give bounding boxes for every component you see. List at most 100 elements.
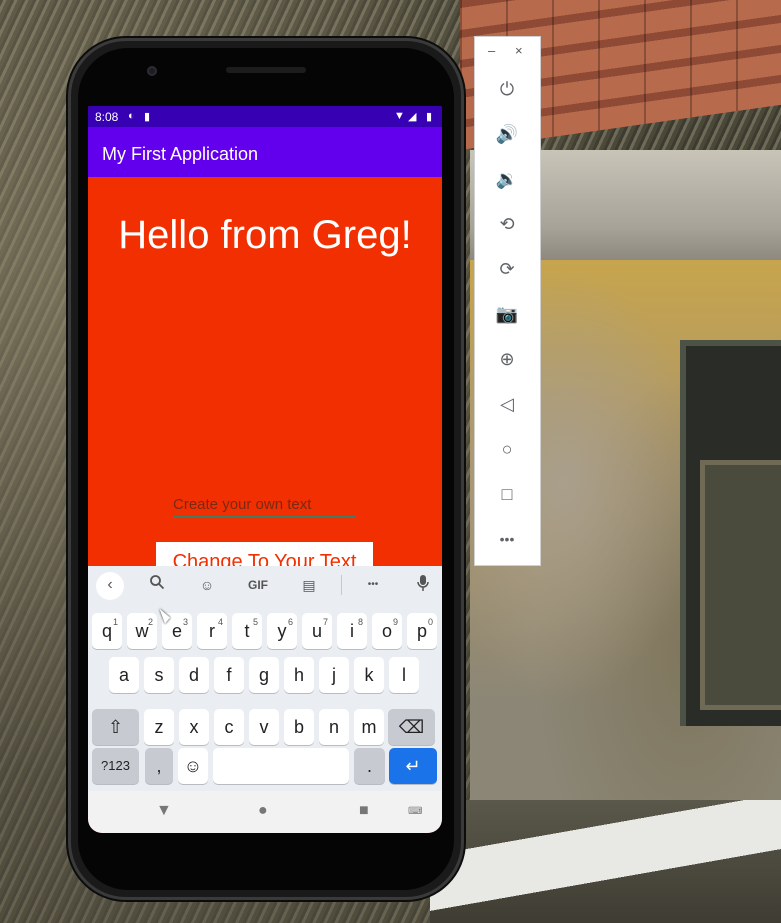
power-icon[interactable]: ⏻ <box>494 76 520 102</box>
volume-up-icon[interactable]: 🔊 <box>494 121 520 147</box>
key-s[interactable]: s <box>144 657 174 693</box>
more-icon[interactable]: ••• <box>494 526 520 552</box>
key-label: c <box>224 717 234 737</box>
sticker-icon[interactable]: ☺ <box>196 574 218 596</box>
home-icon[interactable]: ○ <box>494 436 520 462</box>
key-v[interactable]: v <box>249 709 279 745</box>
key-hint: 0 <box>427 617 433 627</box>
key-hint: 6 <box>287 617 293 627</box>
nav-home-icon[interactable]: ● <box>258 802 268 820</box>
key-label: e <box>171 621 182 641</box>
more-options-icon[interactable]: ••• <box>359 574 387 596</box>
key-label: f <box>226 665 232 685</box>
key-f[interactable]: f <box>214 657 244 693</box>
key-x[interactable]: x <box>179 709 209 745</box>
keyboard-switch-icon[interactable]: ⌨ <box>408 806 422 817</box>
microphone-icon[interactable] <box>412 574 434 596</box>
key-a[interactable]: a <box>109 657 139 693</box>
key-label: u <box>311 621 322 641</box>
back-icon[interactable]: ◁ <box>494 391 520 417</box>
background-window-inner <box>700 460 781 710</box>
key-label: t <box>244 621 250 641</box>
camera-icon[interactable]: 📷 <box>494 301 520 327</box>
shift-key[interactable]: ⇧ <box>92 709 139 745</box>
rotate-left-icon[interactable]: ⟲ <box>494 211 520 237</box>
key-label: o <box>381 621 392 641</box>
chevron-left-icon[interactable]: ‹ <box>96 572 124 600</box>
background-debris <box>430 800 781 923</box>
overview-icon[interactable]: □ <box>494 481 520 507</box>
key-label: l <box>402 665 406 685</box>
close-icon[interactable]: × <box>515 43 523 58</box>
soft-keyboard: ‹ ☺ GIF ▤ ••• q1w2e3r4t5y6u7i8o9p0 asdfg… <box>88 566 442 791</box>
key-label: k <box>364 665 374 685</box>
key-z[interactable]: z <box>144 709 174 745</box>
data-saver-icon: ◐ <box>128 110 135 122</box>
key-label: y <box>277 621 287 641</box>
key-i[interactable]: i8 <box>337 613 367 649</box>
key-label: q <box>101 621 112 641</box>
key-t[interactable]: t5 <box>232 613 262 649</box>
signal-icon: ◢ <box>408 111 417 123</box>
period-key[interactable]: . <box>354 748 385 784</box>
navigation-bar: ▼ ● ■ ⌨ <box>88 791 442 833</box>
rotate-right-icon[interactable]: ⟳ <box>494 256 520 282</box>
key-m[interactable]: m <box>354 709 384 745</box>
key-label: p <box>416 621 427 641</box>
emoji-key[interactable]: ☺ <box>178 748 208 784</box>
key-hint: 7 <box>322 617 328 627</box>
gif-button[interactable]: GIF <box>243 574 273 596</box>
key-o[interactable]: o9 <box>372 613 402 649</box>
key-r[interactable]: r4 <box>197 613 227 649</box>
nav-recents-icon[interactable]: ■ <box>359 802 369 820</box>
key-hint: 3 <box>182 617 188 627</box>
volume-down-icon[interactable]: 🔉 <box>494 166 520 192</box>
app-bar: My First Application <box>88 127 442 177</box>
key-hint: 4 <box>217 617 223 627</box>
key-w[interactable]: w2 <box>127 613 157 649</box>
keyboard-toolbar: ‹ ☺ GIF ▤ ••• <box>88 566 442 604</box>
zoom-icon[interactable]: ⊕ <box>494 346 520 372</box>
key-q[interactable]: q1 <box>92 613 122 649</box>
search-icon[interactable] <box>146 574 168 596</box>
key-label: v <box>259 717 269 737</box>
key-n[interactable]: n <box>319 709 349 745</box>
enter-key[interactable]: ↵ <box>389 748 437 784</box>
key-label: s <box>154 665 164 685</box>
nav-back-icon[interactable]: ▼ <box>156 802 172 820</box>
key-label: g <box>258 665 269 685</box>
hello-text: Hello from Greg! <box>118 213 412 257</box>
key-label: z <box>154 717 164 737</box>
key-j[interactable]: j <box>319 657 349 693</box>
key-y[interactable]: y6 <box>267 613 297 649</box>
emulator-toolbar: – × ⏻ 🔊 🔉 ⟲ ⟳ 📷 ⊕ ◁ ○ □ ••• <box>474 36 541 566</box>
key-label: a <box>118 665 129 685</box>
key-label: h <box>293 665 304 685</box>
key-g[interactable]: g <box>249 657 279 693</box>
space-key[interactable] <box>213 748 349 784</box>
key-u[interactable]: u7 <box>302 613 332 649</box>
key-label: b <box>293 717 304 737</box>
comma-key[interactable]: , <box>145 748 173 784</box>
key-p[interactable]: p0 <box>407 613 437 649</box>
key-b[interactable]: b <box>284 709 314 745</box>
key-l[interactable]: l <box>389 657 419 693</box>
key-label: d <box>188 665 199 685</box>
wifi-icon: ▼ <box>394 110 405 122</box>
key-k[interactable]: k <box>354 657 384 693</box>
key-hint: 2 <box>147 617 153 627</box>
clipboard-icon[interactable]: ▤ <box>298 574 320 596</box>
key-label: m <box>361 717 377 737</box>
key-c[interactable]: c <box>214 709 244 745</box>
battery-icon: ▮ <box>426 111 433 123</box>
key-label: j <box>332 665 336 685</box>
minimize-icon[interactable]: – <box>488 43 495 58</box>
key-d[interactable]: d <box>179 657 209 693</box>
key-label: w <box>135 621 149 641</box>
toolbar-divider <box>341 575 342 595</box>
key-hint: 5 <box>252 617 258 627</box>
backspace-key[interactable]: ⌫ <box>388 709 435 745</box>
key-h[interactable]: h <box>284 657 314 693</box>
symbols-key[interactable]: ?123 <box>92 748 139 784</box>
custom-text-input[interactable] <box>173 492 356 518</box>
